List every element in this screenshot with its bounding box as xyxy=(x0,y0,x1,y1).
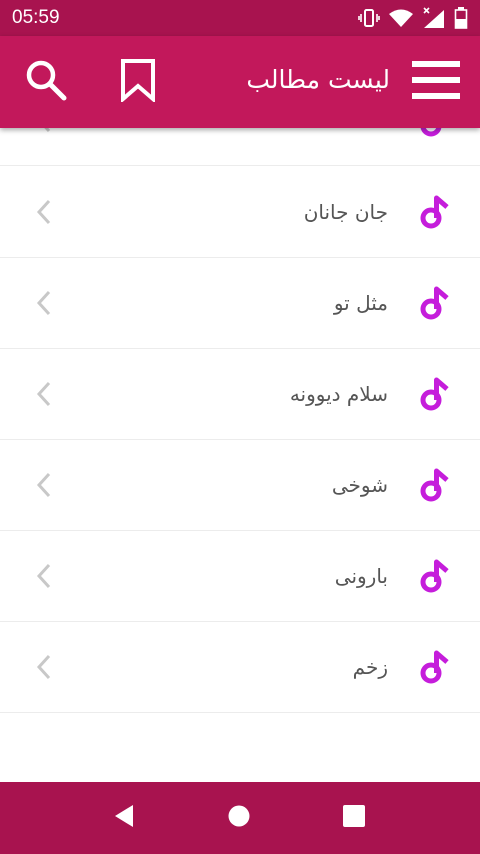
music-note-icon xyxy=(420,349,450,439)
status-icons xyxy=(358,7,468,29)
list-item[interactable]: سلام دیوونه xyxy=(0,349,480,440)
battery-icon xyxy=(454,7,468,29)
bookmark-button[interactable] xyxy=(102,36,174,128)
list-item-label: سلام دیوونه xyxy=(289,382,388,406)
list-item[interactable]: بارونی xyxy=(0,531,480,622)
hamburger-menu-icon xyxy=(412,59,460,105)
list-item-label: ت xyxy=(369,128,388,165)
bookmark-icon xyxy=(120,58,156,106)
chevron-left-icon xyxy=(36,167,52,257)
list-item-label: بارونی xyxy=(334,564,388,588)
list-item[interactable]: جان جانان xyxy=(0,167,480,258)
search-icon xyxy=(24,58,68,106)
chevron-left-icon xyxy=(36,349,52,439)
music-note-icon xyxy=(420,128,450,165)
list-item-label: شوخی xyxy=(331,473,388,497)
chevron-left-icon xyxy=(36,622,52,712)
home-button[interactable] xyxy=(209,782,269,854)
list-item-label: زخم xyxy=(352,655,388,679)
back-button[interactable] xyxy=(94,782,154,854)
chevron-left-icon xyxy=(36,128,52,165)
home-icon xyxy=(227,804,251,832)
music-note-icon xyxy=(420,440,450,530)
wifi-icon xyxy=(388,8,414,28)
menu-button[interactable] xyxy=(400,36,472,128)
list-item[interactable]: مثل تو xyxy=(0,258,480,349)
search-button[interactable] xyxy=(10,36,82,128)
list-item-label: مثل تو xyxy=(333,291,388,315)
music-note-icon xyxy=(420,167,450,257)
page-title: لیست مطالب xyxy=(246,65,390,94)
chevron-left-icon xyxy=(36,258,52,348)
chevron-left-icon xyxy=(36,531,52,621)
back-icon xyxy=(111,802,137,834)
list-item[interactable]: ت xyxy=(0,128,480,166)
recents-icon xyxy=(342,804,366,832)
music-note-icon xyxy=(420,622,450,712)
list-item[interactable]: زخم xyxy=(0,622,480,713)
status-bar: 05:59 xyxy=(0,0,480,36)
signal-icon xyxy=(422,7,446,29)
content-list: ت جان جانان مثل تو xyxy=(0,128,480,782)
app-bar: لیست مطالب xyxy=(0,36,480,128)
list-item[interactable]: شوخی xyxy=(0,440,480,531)
recents-button[interactable] xyxy=(324,782,384,854)
chevron-left-icon xyxy=(36,440,52,530)
list-item-label: جان جانان xyxy=(303,200,388,224)
status-time: 05:59 xyxy=(12,7,60,28)
navigation-bar xyxy=(0,782,480,854)
music-note-icon xyxy=(420,258,450,348)
music-note-icon xyxy=(420,531,450,621)
vibrate-icon xyxy=(358,8,380,28)
